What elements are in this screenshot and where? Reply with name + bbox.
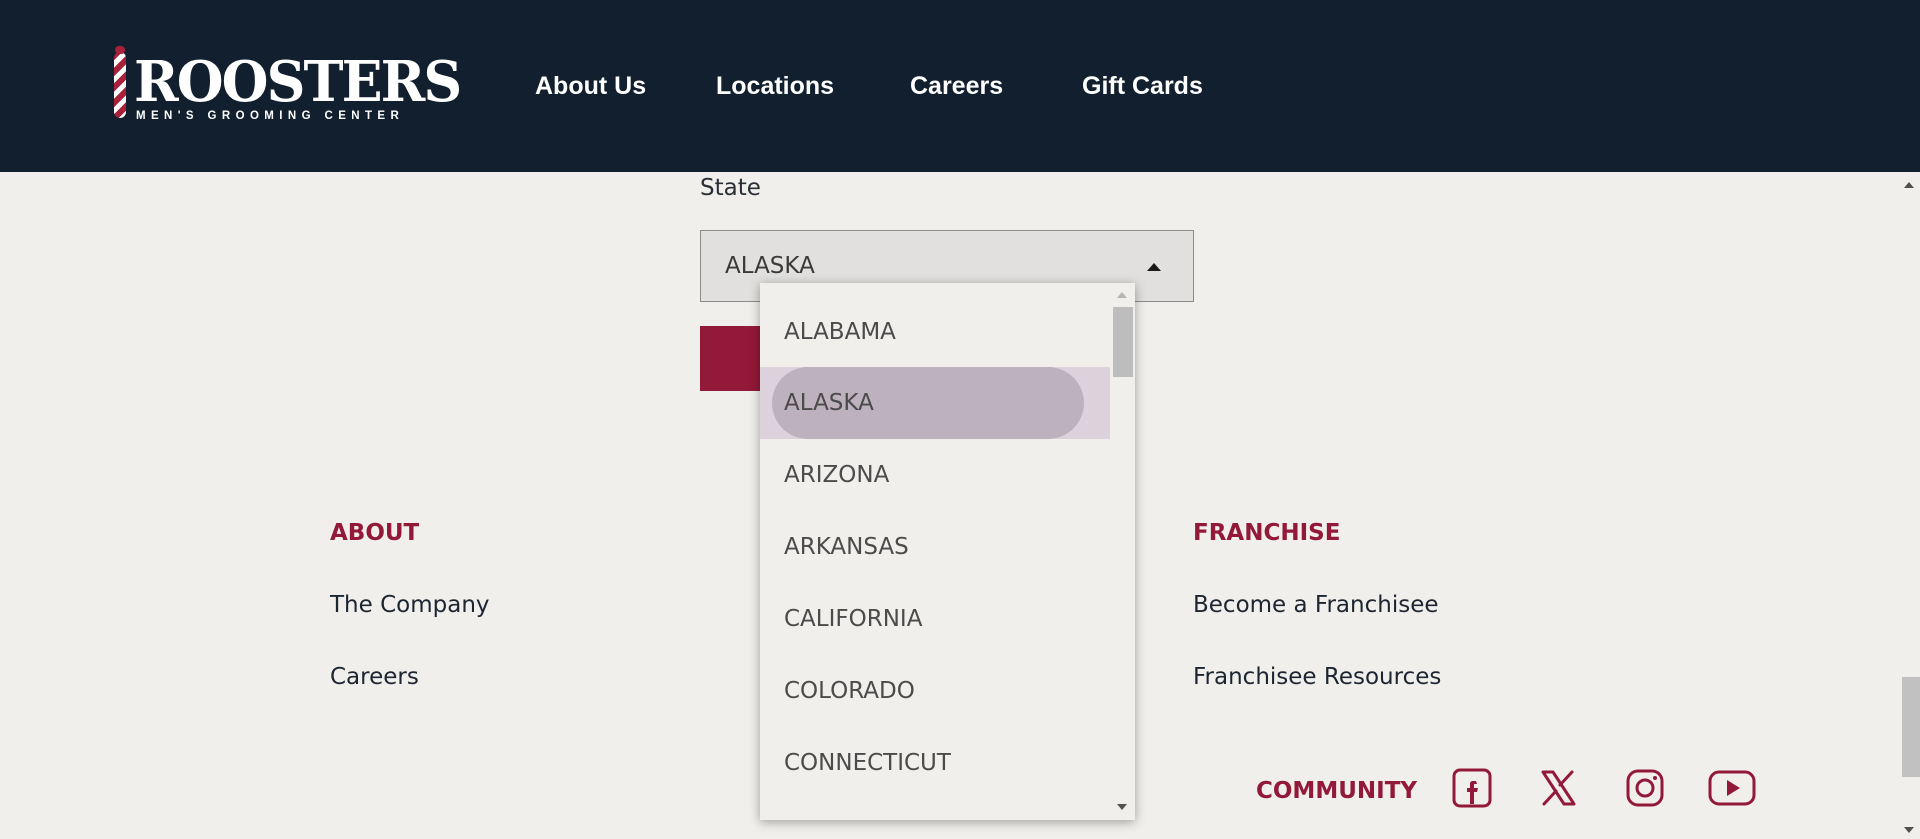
footer-about-heading: ABOUT — [330, 520, 420, 546]
x-icon[interactable] — [1538, 768, 1578, 808]
footer-community-heading: COMMUNITY — [1256, 778, 1418, 804]
state-dropdown-list[interactable]: ALABAMA ALASKA ARIZONA ARKANSAS CALIFORN… — [760, 283, 1135, 820]
dropdown-option-california[interactable]: CALIFORNIA — [760, 583, 1110, 655]
facebook-icon[interactable] — [1452, 768, 1492, 808]
dropdown-scrollbar[interactable] — [1110, 283, 1135, 820]
dropdown-option-colorado[interactable]: COLORADO — [760, 655, 1110, 727]
footer-franchise-heading: FRANCHISE — [1193, 520, 1341, 546]
state-label: State — [700, 175, 761, 201]
state-select-value: ALASKA — [725, 253, 815, 279]
submit-button[interactable] — [700, 326, 764, 391]
nav-locations[interactable]: Locations — [716, 70, 834, 102]
caret-up-icon — [1147, 263, 1161, 271]
logo-tagline: MEN'S GROOMING CENTER — [136, 110, 405, 122]
nav-careers[interactable]: Careers — [910, 70, 1003, 102]
dropdown-option-arizona[interactable]: ARIZONA — [760, 439, 1110, 511]
option-label: ARKANSAS — [784, 534, 909, 560]
barber-pole-icon — [114, 46, 126, 118]
page-scroll-up-icon[interactable] — [1904, 182, 1914, 188]
scroll-up-arrow-icon[interactable] — [1117, 292, 1127, 298]
footer-link-the-company[interactable]: The Company — [330, 592, 490, 618]
dropdown-scroll-thumb[interactable] — [1113, 307, 1133, 377]
nav-gift-cards[interactable]: Gift Cards — [1082, 70, 1203, 102]
footer-link-franchisee-resources[interactable]: Franchisee Resources — [1193, 664, 1441, 690]
page-scroll-thumb[interactable] — [1902, 677, 1920, 777]
page-scrollbar[interactable] — [1898, 172, 1920, 839]
option-label: ALABAMA — [784, 319, 896, 345]
page-scroll-down-icon[interactable] — [1904, 827, 1914, 833]
roosters-logo[interactable]: ROOSTERS MEN'S GROOMING CENTER — [112, 46, 462, 125]
option-label: COLORADO — [784, 678, 915, 704]
footer-link-careers[interactable]: Careers — [330, 664, 419, 690]
option-label: ARIZONA — [784, 462, 890, 488]
dropdown-option-alabama[interactable]: ALABAMA — [760, 296, 1110, 368]
instagram-icon[interactable] — [1625, 768, 1665, 808]
logo-wordmark: ROOSTERS — [134, 49, 462, 115]
option-label: CALIFORNIA — [784, 606, 923, 632]
option-label: ALASKA — [784, 390, 874, 416]
option-label: CONNECTICUT — [784, 750, 951, 776]
footer-link-become-franchisee[interactable]: Become a Franchisee — [1193, 592, 1439, 618]
nav-about-us[interactable]: About Us — [535, 70, 646, 102]
dropdown-option-arkansas[interactable]: ARKANSAS — [760, 511, 1110, 583]
dropdown-option-connecticut[interactable]: CONNECTICUT — [760, 727, 1110, 799]
youtube-icon[interactable] — [1708, 768, 1756, 808]
site-header: ROOSTERS MEN'S GROOMING CENTER About Us … — [0, 0, 1920, 172]
scroll-down-arrow-icon[interactable] — [1117, 804, 1127, 810]
dropdown-option-alaska[interactable]: ALASKA — [760, 367, 1110, 439]
